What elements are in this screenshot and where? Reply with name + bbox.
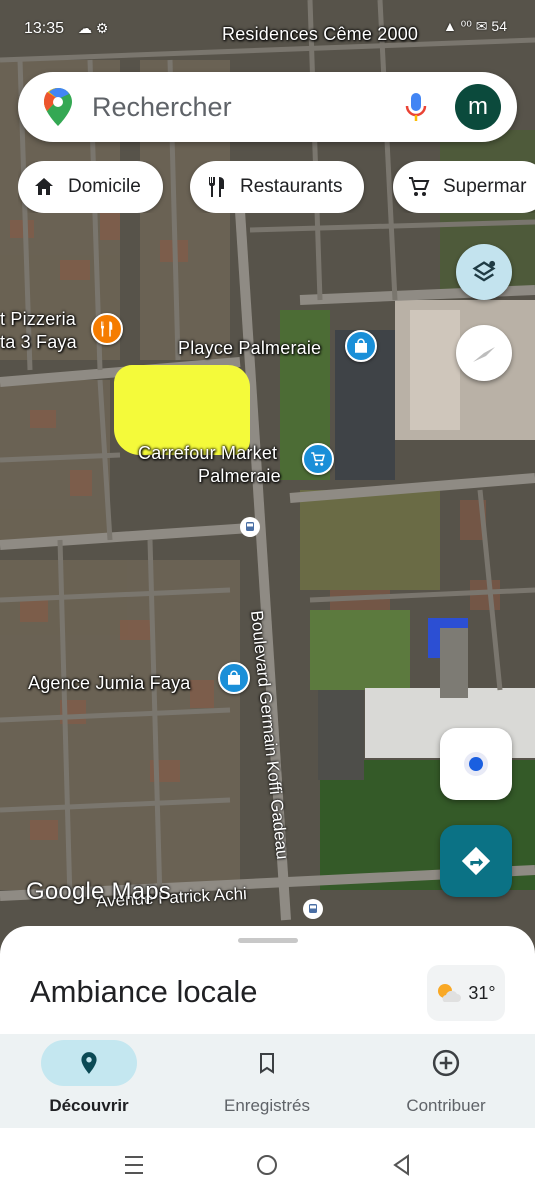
bottom-sheet[interactable]: Ambiance locale 31° <box>0 926 535 1036</box>
map-label-pizzeria-line2[interactable]: ta 3 Faya <box>0 332 77 353</box>
restaurant-pin-icon[interactable] <box>91 313 123 345</box>
nav-explore[interactable]: Découvrir <box>0 1034 178 1128</box>
google-maps-logo-icon <box>44 88 72 126</box>
back-button[interactable] <box>386 1150 416 1180</box>
add-circle-icon <box>432 1049 460 1077</box>
status-system-icons: ▲ ⁰⁰ ✉ 54 <box>442 18 507 34</box>
microphone-icon[interactable] <box>403 91 429 123</box>
chip-label: Restaurants <box>240 176 343 197</box>
category-chips: Domicile Restaurants Supermar <box>18 161 535 213</box>
google-maps-attribution: Google Maps <box>26 878 171 905</box>
search-input[interactable]: Rechercher <box>92 92 403 123</box>
system-navigation-bar <box>0 1128 535 1200</box>
bookmark-icon <box>260 1053 274 1074</box>
nav-label: Découvrir <box>49 1096 129 1115</box>
compass-button[interactable] <box>456 325 512 381</box>
map-label-jumia[interactable]: Agence Jumia Faya <box>28 673 190 694</box>
sheet-drag-handle[interactable] <box>238 938 298 943</box>
map-label-playce[interactable]: Playce Palmeraie <box>178 338 321 359</box>
weather-temperature: 31° <box>468 982 496 1003</box>
bus-stop-icon[interactable] <box>240 517 260 537</box>
pin-icon <box>81 1052 97 1074</box>
home-icon <box>35 178 53 195</box>
bottom-navigation: Découvrir Enregistrés Contribuer <box>0 1034 535 1128</box>
avatar[interactable]: m <box>455 84 501 130</box>
location-dot-icon <box>464 752 488 776</box>
sheet-title: Ambiance locale <box>30 974 258 1009</box>
shopping-bag-pin-icon[interactable] <box>345 330 377 362</box>
nav-contribute[interactable]: Contribuer <box>357 1034 535 1128</box>
status-bar: 13:35 ☁ ⚙ ▲ ⁰⁰ ✉ 54 <box>0 0 535 60</box>
my-location-button[interactable] <box>440 728 512 800</box>
partly-cloudy-icon <box>438 984 462 1002</box>
layers-icon <box>472 260 496 282</box>
chip-label: Domicile <box>68 176 141 197</box>
shopping-bag-pin-icon[interactable] <box>218 662 250 694</box>
directions-button[interactable] <box>440 825 512 897</box>
chip-restaurants[interactable]: Restaurants <box>190 161 365 213</box>
map-view[interactable]: Residences Cême 2000 t Pizzeria ta 3 Fay… <box>0 0 535 960</box>
nav-label: Contribuer <box>406 1096 486 1115</box>
nav-saved[interactable]: Enregistrés <box>178 1034 356 1128</box>
layers-button[interactable] <box>456 244 512 300</box>
home-button[interactable] <box>252 1150 282 1180</box>
nav-label: Enregistrés <box>224 1096 310 1115</box>
back-triangle-icon <box>393 1154 409 1176</box>
redaction-blob <box>114 365 250 455</box>
chip-label: Supermar <box>443 176 527 197</box>
search-bar[interactable]: Rechercher m <box>18 72 517 142</box>
map-label-pizzeria[interactable]: t Pizzeria <box>0 309 76 330</box>
recent-apps-button[interactable] <box>119 1150 149 1180</box>
weather-badge[interactable]: 31° <box>427 965 505 1021</box>
circle-icon <box>257 1155 277 1175</box>
chip-home[interactable]: Domicile <box>18 161 163 213</box>
cart-icon <box>409 177 430 196</box>
directions-icon <box>461 846 491 876</box>
menu-lines-icon <box>125 1156 143 1174</box>
map-label-carrefour-line2[interactable]: Palmeraie <box>198 466 281 487</box>
chip-supermarkets[interactable]: Supermar <box>393 161 535 213</box>
bus-stop-icon[interactable] <box>303 899 323 919</box>
fork-knife-icon <box>209 177 224 197</box>
status-notification-icons: ☁ ⚙ <box>78 20 109 36</box>
cart-pin-icon[interactable] <box>302 443 334 475</box>
status-time: 13:35 <box>24 20 65 37</box>
compass-icon <box>473 347 495 362</box>
map-label-carrefour[interactable]: Carrefour Market <box>138 443 277 464</box>
